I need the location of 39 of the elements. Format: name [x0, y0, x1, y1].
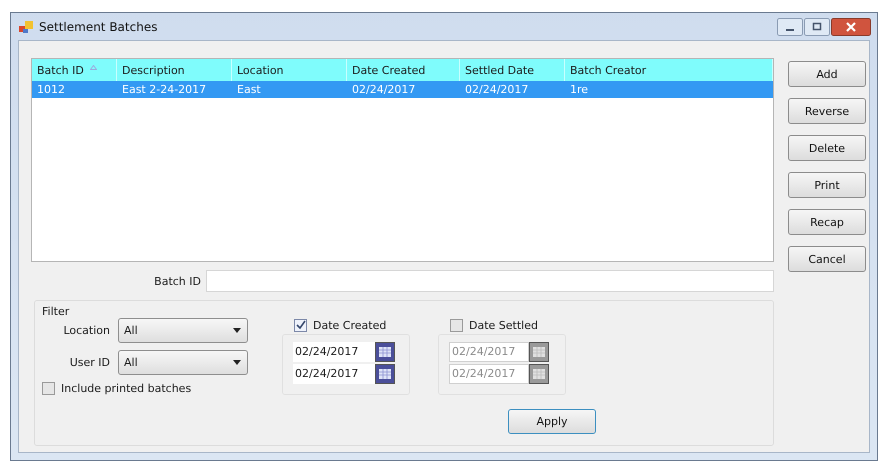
- action-button[interactable]: Reverse: [788, 98, 866, 124]
- dropdown[interactable]: All: [118, 318, 248, 343]
- checkbox-label: Date Created: [313, 318, 386, 332]
- date-field[interactable]: 02/24/2017: [293, 364, 375, 384]
- calendar-icon[interactable]: [375, 342, 395, 362]
- caret-icon: [233, 328, 241, 333]
- calendar-icon[interactable]: [529, 342, 549, 362]
- calendar-icon[interactable]: [375, 364, 395, 384]
- checkbox-label: Date Settled: [469, 318, 538, 332]
- field-label: Location: [62, 324, 111, 337]
- checkbox-label: Include printed batches: [61, 382, 192, 395]
- table-cell-text: 1re: [569, 83, 590, 96]
- filter-label: Filter: [42, 305, 70, 318]
- minimize-icon[interactable]: [777, 18, 803, 36]
- action-button[interactable]: Cancel: [788, 246, 866, 272]
- table-cell-text: 02/24/2017: [464, 83, 530, 96]
- maximize-icon[interactable]: [804, 18, 830, 36]
- checkbox[interactable]: [42, 382, 55, 395]
- action-button[interactable]: Delete: [788, 135, 866, 161]
- field-label: Batch ID: [153, 274, 202, 288]
- caret-icon: [233, 360, 241, 365]
- checkbox[interactable]: [450, 318, 463, 332]
- apply-button[interactable]: Apply: [508, 409, 596, 434]
- app-icon: [19, 20, 33, 32]
- table-cell-text: East: [236, 83, 262, 96]
- table-cell-text: East 2-24-2017: [121, 83, 208, 96]
- close-icon[interactable]: [831, 18, 871, 36]
- checkbox[interactable]: [294, 318, 307, 332]
- batch-id-field[interactable]: [206, 270, 774, 292]
- calendar-icon[interactable]: [529, 364, 549, 384]
- action-button[interactable]: Print: [788, 172, 866, 198]
- date-field[interactable]: 02/24/2017: [293, 342, 375, 362]
- action-button[interactable]: Recap: [788, 209, 866, 235]
- table-cell-text: 1012: [36, 83, 66, 96]
- dropdown[interactable]: All: [118, 350, 248, 375]
- window-title: Settlement Batches: [39, 20, 158, 34]
- table-cell-text: 02/24/2017: [351, 83, 416, 96]
- field-label: User ID: [68, 356, 111, 369]
- action-button[interactable]: Add: [788, 61, 866, 87]
